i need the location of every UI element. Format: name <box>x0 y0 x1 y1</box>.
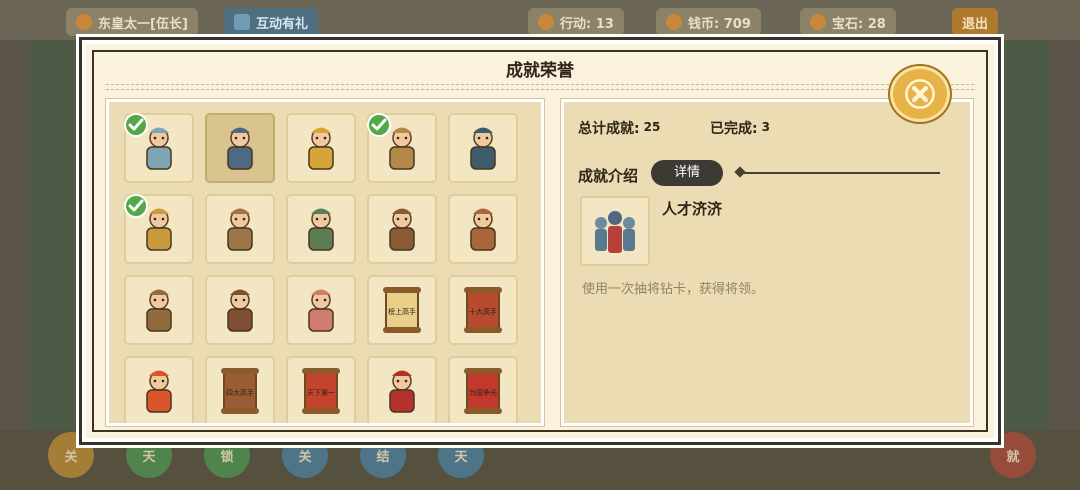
action-text: 行动: 13 <box>560 16 614 32</box>
scroll-ten-icon: 十大高手 <box>464 287 502 333</box>
divider-line <box>740 172 940 174</box>
patriot-banner-icon: 为国争光 <box>464 368 502 414</box>
achievement-cell[interactable] <box>448 113 518 183</box>
close-button[interactable] <box>890 66 950 122</box>
achievement-cell[interactable] <box>205 275 275 345</box>
achievement-cell[interactable] <box>286 275 356 345</box>
total-achievements: 总计成就: 25 <box>578 118 660 138</box>
achievement-cell[interactable] <box>448 194 518 264</box>
achievement-cell[interactable] <box>286 113 356 183</box>
action-icon <box>538 14 554 30</box>
achievement-cell[interactable] <box>205 113 275 183</box>
achievement-cell[interactable]: 四大高手 <box>205 356 275 423</box>
achievement-icon-text: 天下第一 <box>307 388 335 397</box>
generals-group-icon <box>227 127 253 170</box>
action-counter: 行动: 13 <box>528 8 624 36</box>
achievement-cell[interactable] <box>124 194 194 264</box>
rich-merchant-icon <box>308 127 334 170</box>
gem-icon <box>810 14 826 30</box>
achievement-icon-text: 为国争光 <box>469 388 497 397</box>
left-wall <box>30 40 80 460</box>
gem-counter: 宝石: 28 <box>800 8 896 36</box>
achievement-cell[interactable] <box>367 194 437 264</box>
selected-achievement-description: 使用一次抽将钻卡，获得将领。 <box>582 282 765 297</box>
achievement-icon-text: 榜上高手 <box>388 307 416 316</box>
intro-label: 成就介绍 <box>578 167 639 185</box>
player-badge[interactable]: 东皇太一[伍长] <box>66 8 198 36</box>
gift-button[interactable]: 互动有礼 <box>224 8 319 36</box>
scroll-top-icon: 榜上高手 <box>383 287 421 333</box>
total-label: 总计成就: <box>578 121 640 137</box>
peasant-worker-icon <box>227 208 253 251</box>
achievement-cell[interactable]: 榜上高手 <box>367 275 437 345</box>
completed-label: 已完成: <box>710 121 758 137</box>
achievement-info-panel: 总计成就: 25 已完成: 3 成就介绍 详情 人才济济 使用一次抽将钻卡，获得将领… <box>560 98 974 427</box>
achievement-grid: 榜上高手 十大高手四大高手 天下第一 为国争光 <box>124 113 518 423</box>
achievement-cell[interactable] <box>124 113 194 183</box>
achievement-cell[interactable] <box>367 113 437 183</box>
four-masters-banner-icon: 四大高手 <box>221 368 259 414</box>
cavalry-charge-icon <box>227 289 253 332</box>
achievement-cell[interactable]: 十大高手 <box>448 275 518 345</box>
close-icon <box>905 79 935 109</box>
coin-counter: 钱币: 709 <box>656 8 761 36</box>
right-wall <box>1000 40 1050 460</box>
horseman-icon <box>389 208 415 251</box>
dragon-icon <box>146 370 172 413</box>
completed-value: 3 <box>761 120 770 134</box>
achievement-icon-text: 十大高手 <box>469 307 497 316</box>
selected-achievement-thumbnail <box>580 196 650 266</box>
avatar-icon <box>76 14 92 30</box>
gift-label: 互动有礼 <box>256 16 309 32</box>
achievement-icon-text: 四大高手 <box>226 388 254 397</box>
selected-achievement-name: 人才济济 <box>662 200 723 218</box>
generals-group-icon <box>595 211 635 253</box>
coin-icon <box>666 14 682 30</box>
exit-button[interactable]: 退出 <box>952 8 999 36</box>
achievement-grid-panel[interactable]: 榜上高手 十大高手四大高手 天下第一 为国争光 <box>105 98 545 427</box>
official-icon <box>308 208 334 251</box>
achievement-cell[interactable] <box>286 194 356 264</box>
coin-text: 钱币: 709 <box>688 16 751 32</box>
player-name: 东皇太一[伍长] <box>98 16 188 32</box>
world-first-scroll-icon: 天下第一 <box>302 368 340 414</box>
completed-check-icon <box>367 113 391 137</box>
gift-icon <box>234 14 250 30</box>
swordsman-icon <box>470 208 496 251</box>
achievement-cell[interactable]: 为国争光 <box>448 356 518 423</box>
achievement-cell[interactable]: 天下第一 <box>286 356 356 423</box>
total-value: 25 <box>643 120 661 134</box>
exit-label: 退出 <box>962 16 989 32</box>
completed-achievements: 已完成: 3 <box>710 118 770 138</box>
achievement-cell[interactable] <box>124 275 194 345</box>
modal-title: 成就荣誉 <box>506 61 574 81</box>
completed-check-icon <box>124 113 148 137</box>
completed-check-icon <box>124 194 148 218</box>
achievements-modal: 成就荣誉 榜上高手 十大高手四大高手 天下第一 为国争光 总计成就: 25 已完成: 3 … <box>79 37 1001 445</box>
couple-icon <box>308 289 334 332</box>
detail-button[interactable]: 详情 <box>651 160 723 186</box>
armored-general-icon <box>146 289 172 332</box>
gem-text: 宝石: 28 <box>832 16 886 32</box>
emperor-icon <box>470 127 496 170</box>
achievement-cell[interactable] <box>367 356 437 423</box>
warlord-badge-icon <box>389 370 415 413</box>
achievement-cell[interactable] <box>205 194 275 264</box>
achievement-cell[interactable] <box>124 356 194 423</box>
title-divider <box>106 84 974 90</box>
